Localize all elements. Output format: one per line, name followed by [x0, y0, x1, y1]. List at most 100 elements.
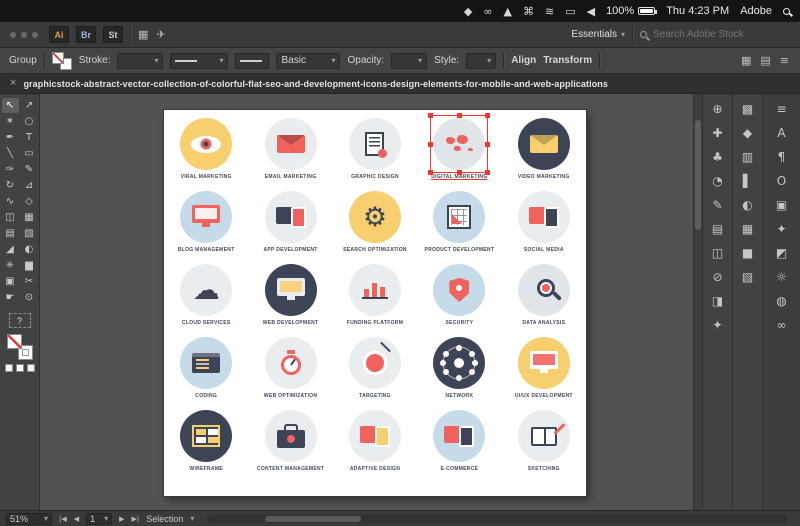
- icon-digital-marketing[interactable]: DIGITAL MARKETING: [417, 118, 501, 191]
- artboard[interactable]: VIRAL MARKETINGEMAIL MARKETINGGRAPHIC DE…: [164, 110, 586, 496]
- icon-security[interactable]: SECURITY: [417, 264, 501, 337]
- arrange-documents-icon[interactable]: ▦: [138, 28, 148, 41]
- icon-social-media[interactable]: SOCIAL MEDIA: [502, 191, 586, 264]
- icon-sketching[interactable]: SKETCHING: [502, 410, 586, 483]
- gradient-tool[interactable]: ▧: [21, 226, 38, 241]
- gpu-performance-icon[interactable]: ✈: [156, 28, 165, 41]
- airplay-display-icon[interactable]: ▭: [565, 5, 575, 18]
- asset-export-panel-icon[interactable]: ▥: [737, 148, 759, 166]
- help-button[interactable]: ?: [9, 313, 31, 328]
- canvas[interactable]: VIRAL MARKETINGEMAIL MARKETINGGRAPHIC DE…: [40, 94, 702, 510]
- layers-panel-icon[interactable]: ▩: [737, 100, 759, 118]
- hand-tool[interactable]: ☛: [2, 290, 19, 305]
- eyedropper-tool[interactable]: ◢: [2, 242, 19, 257]
- selection-handle-s[interactable]: [457, 170, 462, 175]
- horizontal-scrollbar[interactable]: [207, 515, 788, 523]
- icon-data-analysis[interactable]: DATA ANALYSIS: [502, 264, 586, 337]
- menubar-brand[interactable]: Adobe: [740, 5, 772, 17]
- menubar-clock[interactable]: Thu 4:23 PM: [666, 5, 729, 17]
- paragraph-panel-icon[interactable]: ¶: [771, 148, 793, 166]
- icon-content-management[interactable]: CONTENT MANAGEMENT: [248, 410, 332, 483]
- symbols-panel-icon[interactable]: ✎: [707, 196, 729, 214]
- stock-button[interactable]: St: [103, 26, 123, 43]
- paintbrush-tool[interactable]: ✑: [2, 162, 19, 177]
- wifi-icon[interactable]: ≋: [545, 5, 554, 18]
- icon-cloud-services[interactable]: ☁CLOUD SERVICES: [164, 264, 248, 337]
- icon-network[interactable]: NETWORK: [417, 337, 501, 410]
- width-tool[interactable]: ∿: [2, 194, 19, 209]
- character-panel-icon[interactable]: A: [771, 124, 793, 142]
- icon-graphic-design[interactable]: GRAPHIC DESIGN: [333, 118, 417, 191]
- align-panel-icon[interactable]: ▣: [771, 196, 793, 214]
- appearance-panel-icon[interactable]: ◨: [707, 292, 729, 310]
- gradient-panel-icon[interactable]: ◫: [707, 244, 729, 262]
- first-artboard-button[interactable]: |◀: [59, 515, 67, 523]
- battery-indicator[interactable]: 100%: [606, 5, 655, 17]
- icon-app-development[interactable]: APP DEVELOPMENT: [248, 191, 332, 264]
- brush-stroke-preview[interactable]: [235, 53, 269, 69]
- transparency-panel-icon[interactable]: ⊘: [707, 268, 729, 286]
- free-transform-tool[interactable]: ◇: [21, 194, 38, 209]
- draw-normal-button[interactable]: [5, 364, 13, 372]
- window-zoom-button[interactable]: [32, 32, 38, 38]
- slice-tool[interactable]: ✂: [21, 274, 38, 289]
- document-title[interactable]: graphicstock-abstract-vector-collection-…: [23, 79, 608, 89]
- navigator-panel-icon[interactable]: ☼: [771, 268, 793, 286]
- dock-menu-icon[interactable]: ≡: [771, 100, 793, 118]
- pencil-tool[interactable]: ✎: [21, 162, 38, 177]
- scale-tool[interactable]: ⊿: [21, 178, 38, 193]
- selection-handle-nw[interactable]: [428, 113, 433, 118]
- draw-behind-button[interactable]: [16, 364, 24, 372]
- mesh-tool[interactable]: ▤: [2, 226, 19, 241]
- draw-inside-button[interactable]: [27, 364, 35, 372]
- zoom-tool[interactable]: ⊙: [21, 290, 38, 305]
- icon-email-marketing[interactable]: EMAIL MARKETING: [248, 118, 332, 191]
- bridge-button[interactable]: Br: [76, 26, 96, 43]
- info-panel-icon[interactable]: ◍: [771, 292, 793, 310]
- fill-swatch-none[interactable]: [52, 52, 64, 64]
- magic-wand-tool[interactable]: ✶: [2, 114, 19, 129]
- icon-web-optimization[interactable]: WEB OPTIMIZATION: [248, 337, 332, 410]
- icon-targeting[interactable]: TARGETING: [333, 337, 417, 410]
- icon-search-optimization[interactable]: ⚙SEARCH OPTIMIZATION: [333, 191, 417, 264]
- window-minimize-button[interactable]: [21, 32, 27, 38]
- brushes-panel-icon[interactable]: ◔: [707, 172, 729, 190]
- selection-tool[interactable]: ↖: [2, 98, 19, 113]
- window-controls[interactable]: [10, 32, 38, 38]
- selection-handle-se[interactable]: [485, 170, 490, 175]
- icon-blog-management[interactable]: BLOG MANAGEMENT: [164, 191, 248, 264]
- opentype-panel-icon[interactable]: O: [771, 172, 793, 190]
- next-artboard-button[interactable]: ▶: [119, 515, 124, 523]
- zoom-level-dropdown[interactable]: 51% ▾: [6, 513, 52, 525]
- stroke-weight-dropdown[interactable]: ▾: [117, 53, 163, 69]
- icon-e-commerce[interactable]: E-COMMERCE: [417, 410, 501, 483]
- direct-selection-tool[interactable]: ↗: [21, 98, 38, 113]
- perspective-grid-tool[interactable]: ▦: [21, 210, 38, 225]
- rows-view-icon[interactable]: ▤: [760, 54, 770, 67]
- creative-cloud-icon[interactable]: ∞: [483, 5, 492, 18]
- align-button[interactable]: Align: [511, 55, 536, 66]
- selection-handle-n[interactable]: [457, 113, 462, 118]
- pen-tool[interactable]: ✒: [2, 130, 19, 145]
- swatches-panel-icon[interactable]: ♣: [707, 148, 729, 166]
- horizontal-scrollbar-thumb[interactable]: [265, 516, 361, 522]
- previous-artboard-button[interactable]: ◀: [74, 515, 79, 523]
- icon-viral-marketing[interactable]: VIRAL MARKETING: [164, 118, 248, 191]
- keyboard-switcher-icon[interactable]: ⌘: [523, 5, 534, 18]
- links-panel-icon[interactable]: ∞: [771, 316, 793, 334]
- status-indicator[interactable]: Selection: [146, 514, 183, 524]
- workspace-switcher[interactable]: Essentials ▾: [571, 29, 625, 40]
- selection-handle-w[interactable]: [428, 142, 433, 147]
- transform-button[interactable]: Transform: [543, 55, 592, 66]
- line-segment-tool[interactable]: ╲: [2, 146, 19, 161]
- stock-search-input[interactable]: [653, 29, 773, 40]
- selection-bounding-box[interactable]: [430, 115, 488, 173]
- icon-funding-platform[interactable]: FUNDING PLATFORM: [333, 264, 417, 337]
- artboard-number-dropdown[interactable]: 1 ▾: [86, 513, 112, 525]
- type-tool[interactable]: T: [21, 130, 38, 145]
- stroke-panel-icon[interactable]: ▤: [707, 220, 729, 238]
- window-close-button[interactable]: [10, 32, 16, 38]
- close-document-icon[interactable]: ×: [10, 78, 16, 89]
- icon-adaptive-design[interactable]: ADAPTIVE DESIGN: [333, 410, 417, 483]
- icon-coding[interactable]: CODING: [164, 337, 248, 410]
